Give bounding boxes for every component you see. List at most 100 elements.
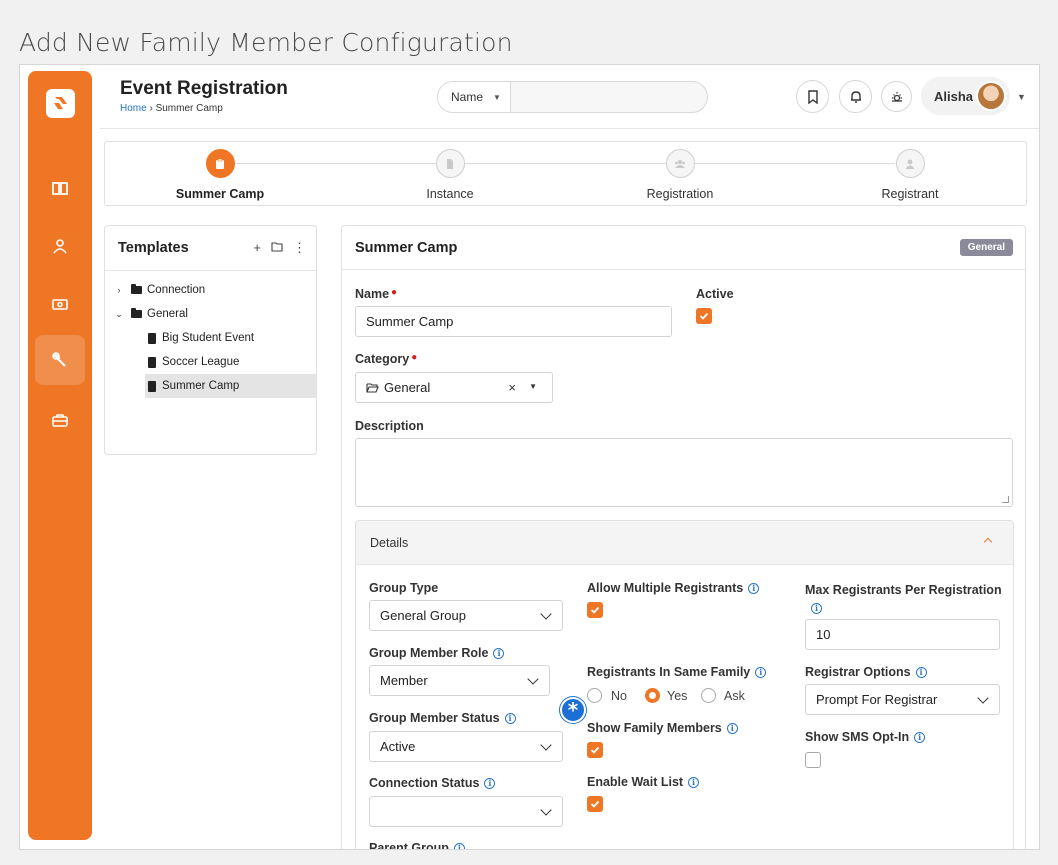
registrar-options-label: Registrar Options i bbox=[805, 665, 927, 679]
connection-status-select[interactable] bbox=[369, 796, 563, 827]
chevron-down-icon[interactable]: ⌄ bbox=[113, 309, 125, 320]
required-icon: ● bbox=[411, 352, 418, 363]
sidebar-item-settings[interactable] bbox=[35, 395, 85, 445]
group-type-label: Group Type bbox=[369, 581, 439, 595]
person-icon bbox=[53, 239, 67, 254]
tree-item-summer-camp[interactable]: Summer Camp bbox=[145, 374, 317, 398]
templates-header: Templates + ⋮ bbox=[105, 226, 316, 271]
details-title: Details bbox=[370, 536, 409, 550]
briefcase-icon bbox=[52, 414, 68, 427]
details-header[interactable]: Details bbox=[356, 521, 1013, 565]
notifications-button[interactable] bbox=[839, 80, 872, 113]
category-badge: General bbox=[959, 239, 1013, 256]
info-icon[interactable]: i bbox=[484, 777, 496, 789]
info-icon[interactable]: i bbox=[493, 647, 505, 659]
breadcrumb: Home › Summer Camp bbox=[120, 103, 223, 114]
info-icon[interactable]: i bbox=[914, 731, 926, 743]
bell-icon bbox=[850, 90, 861, 103]
user-menu-caret-icon[interactable]: ▼ bbox=[1017, 92, 1026, 102]
bookmark-button[interactable] bbox=[796, 80, 829, 113]
group-member-role-select[interactable]: Member bbox=[369, 665, 550, 696]
user-name: Alisha bbox=[934, 89, 974, 104]
folder-icon bbox=[131, 308, 142, 318]
chevron-down-icon bbox=[977, 692, 989, 704]
search-type-dropdown[interactable]: Name ▼ bbox=[438, 82, 511, 112]
sidebar-item-book[interactable] bbox=[35, 163, 85, 213]
group-member-status-select[interactable]: Active bbox=[369, 731, 563, 762]
allow-multiple-checkbox[interactable] bbox=[587, 602, 603, 618]
show-family-label-text: Show Family Members bbox=[587, 721, 722, 735]
registrar-options-select[interactable]: Prompt For Registrar bbox=[805, 684, 1000, 715]
rock-logo-icon[interactable] bbox=[46, 89, 75, 118]
asterisk-callout-icon: * bbox=[560, 697, 586, 723]
tree-item-big-student-event[interactable]: Big Student Event bbox=[148, 326, 317, 350]
chevron-up-icon[interactable] bbox=[983, 537, 993, 547]
description-textarea[interactable] bbox=[355, 438, 1013, 507]
sun-icon bbox=[891, 91, 902, 102]
same-family-radio-no[interactable] bbox=[587, 688, 602, 703]
info-icon[interactable]: i bbox=[688, 776, 700, 788]
caret-down-icon: ▼ bbox=[493, 92, 501, 102]
same-family-label: Registrants In Same Family i bbox=[587, 665, 767, 679]
step-instance[interactable]: Instance bbox=[370, 149, 530, 201]
required-icon: ● bbox=[391, 287, 398, 298]
group-member-status-label: Group Member Status i bbox=[369, 711, 516, 725]
search-bar: Name ▼ bbox=[437, 81, 708, 113]
caret-down-icon[interactable]: ▼ bbox=[529, 382, 537, 391]
info-icon[interactable]: i bbox=[453, 842, 465, 849]
group-type-select[interactable]: General Group bbox=[369, 600, 563, 631]
tree-label: Connection bbox=[147, 284, 206, 296]
more-vertical-icon[interactable]: ⋮ bbox=[293, 240, 306, 256]
step-label: Registration bbox=[646, 187, 714, 201]
breadcrumb-home-link[interactable]: Home bbox=[120, 103, 147, 114]
sidebar-item-people[interactable] bbox=[35, 221, 85, 271]
max-registrants-value: 10 bbox=[816, 627, 831, 642]
category-label-text: Category bbox=[355, 352, 410, 366]
templates-title: Templates bbox=[118, 240, 189, 256]
tree-folder-connection[interactable]: › Connection bbox=[113, 278, 205, 302]
search-type-label: Name bbox=[451, 90, 484, 104]
step-summer-camp[interactable]: Summer Camp bbox=[140, 149, 300, 201]
info-icon[interactable]: i bbox=[915, 666, 927, 678]
sms-opt-in-checkbox[interactable] bbox=[805, 752, 821, 768]
book-icon bbox=[52, 182, 68, 195]
info-icon[interactable]: i bbox=[748, 582, 760, 594]
step-label: Registrant bbox=[881, 187, 939, 201]
sidebar-item-finance[interactable] bbox=[35, 279, 85, 329]
show-family-checkbox[interactable] bbox=[587, 742, 603, 758]
details-panel: Details Group Type General Group Group M… bbox=[355, 520, 1014, 849]
search-input[interactable] bbox=[512, 82, 707, 112]
step-registrant[interactable]: Registrant bbox=[830, 149, 990, 201]
same-family-radio-yes[interactable] bbox=[645, 688, 660, 703]
theme-toggle-button[interactable] bbox=[881, 81, 912, 112]
wizard-steps: Summer Camp Instance Registration Regist… bbox=[104, 141, 1027, 206]
info-icon[interactable]: i bbox=[504, 712, 516, 724]
sidebar-item-admin-tools[interactable] bbox=[35, 335, 85, 385]
step-connector bbox=[235, 163, 895, 164]
max-registrants-input[interactable]: 10 bbox=[805, 619, 1000, 650]
info-icon[interactable]: i bbox=[726, 722, 738, 734]
add-icon[interactable]: + bbox=[253, 240, 261, 256]
info-icon[interactable]: i bbox=[755, 666, 767, 678]
info-icon[interactable]: i bbox=[811, 602, 822, 614]
active-checkbox[interactable] bbox=[696, 308, 712, 324]
breadcrumb-separator: › bbox=[146, 103, 156, 114]
folder-add-icon[interactable] bbox=[271, 240, 283, 256]
clear-icon[interactable]: × bbox=[508, 380, 516, 395]
wait-list-checkbox[interactable] bbox=[587, 796, 603, 812]
allow-multiple-label-text: Allow Multiple Registrants bbox=[587, 581, 744, 595]
wait-list-label: Enable Wait List i bbox=[587, 775, 700, 789]
step-registration[interactable]: Registration bbox=[600, 149, 760, 201]
tree-item-soccer-league[interactable]: Soccer League bbox=[148, 350, 317, 374]
clipboard-icon bbox=[148, 356, 156, 368]
max-registrants-label: Max Registrants Per Registration i bbox=[805, 581, 1005, 617]
step-label: Summer Camp bbox=[175, 187, 265, 201]
file-icon bbox=[435, 149, 465, 178]
chevron-right-icon[interactable]: › bbox=[113, 285, 125, 295]
tree-folder-general[interactable]: ⌄ General bbox=[113, 302, 188, 326]
category-picker[interactable]: General × ▼ bbox=[355, 372, 553, 403]
users-icon bbox=[665, 149, 695, 178]
name-input[interactable]: Summer Camp bbox=[355, 306, 672, 337]
user-menu[interactable]: Alisha bbox=[921, 77, 1010, 115]
same-family-radio-ask[interactable] bbox=[701, 688, 716, 703]
